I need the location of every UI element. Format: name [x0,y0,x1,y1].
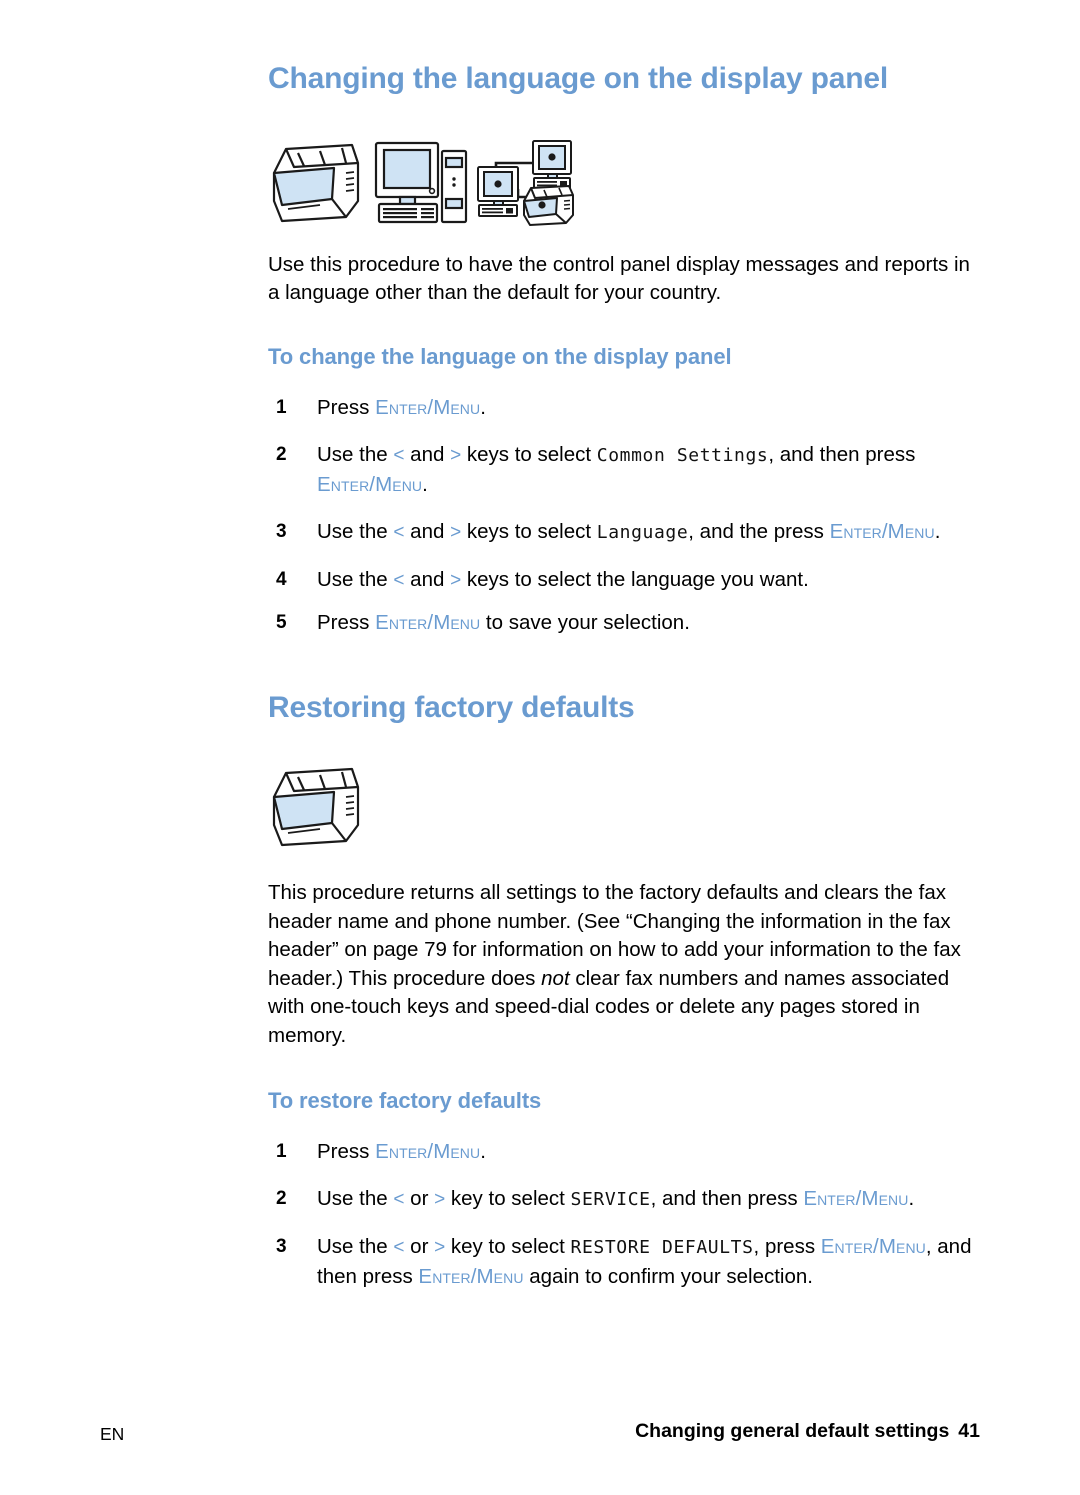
step-text: Use the < or > key to select RESTORE DEF… [317,1234,972,1288]
computer-icon [373,139,469,227]
arrow-key-glyph: < [393,1188,405,1210]
arrow-key-glyph: > [450,444,462,466]
step-item: 1 Press Enter/Menu. [268,1137,980,1166]
step-item: 4 Use the < and > keys to select the lan… [268,565,980,595]
step-item: 2 Use the < or > key to select SERVICE, … [268,1184,980,1214]
document-page: Changing the language on the display pan… [0,0,1080,1495]
intro-paragraph-restoring-defaults: This procedure returns all settings to t… [268,881,961,1047]
step-text: Press Enter/Menu. [317,1139,486,1163]
control-panel-key: Enter/Menu [803,1186,909,1210]
icon-strip-restoring-defaults [268,763,980,855]
step-item: 1 Press Enter/Menu. [268,393,980,422]
page-footer: EN Changing general default settings 41 [0,1400,1080,1495]
display-text: Common Settings [596,444,769,466]
step-text: Press Enter/Menu to save your selection. [317,610,690,634]
printer-icon [268,763,364,851]
control-panel-key: Enter/Menu [375,395,481,419]
display-text: RESTORE DEFAULTS [570,1236,754,1258]
page-content: Changing the language on the display pan… [268,62,980,1291]
arrow-key-glyph: < [393,1236,405,1258]
display-text: Language [596,521,689,543]
subheading-to-restore-defaults: To restore factory defaults [268,1088,542,1114]
step-item: 3 Use the < and > keys to select Languag… [268,517,980,547]
arrow-key-glyph: < [393,444,405,466]
arrow-key-glyph: > [434,1188,446,1210]
step-number: 2 [276,443,287,465]
steps-change-language: 1 Press Enter/Menu. 2 Use the < and > ke… [268,393,980,637]
step-text: Use the < or > key to select SERVICE, an… [317,1186,915,1210]
step-text: Use the < and > keys to select the langu… [317,567,809,591]
footer-language-code: EN [100,1424,125,1444]
section-title-restoring-defaults: Restoring factory defaults [268,690,635,724]
step-number: 3 [276,520,287,542]
control-panel-key: Enter/Menu [317,472,423,496]
network-printer-icon [474,135,586,227]
step-number: 3 [276,1235,287,1257]
control-panel-key: Enter/Menu [820,1234,926,1258]
control-panel-key: Enter/Menu [418,1264,524,1288]
step-text: Use the < and > keys to select Language,… [317,519,941,543]
footer-breadcrumb: Changing general default settings 41 [635,1420,980,1443]
footer-breadcrumb-label: Changing general default settings [635,1420,950,1442]
footer-page-number: 41 [958,1420,980,1442]
arrow-key-glyph: > [434,1236,446,1258]
subheading-to-change-language: To change the language on the display pa… [268,343,732,369]
step-number: 2 [276,1187,287,1209]
control-panel-key: Enter/Menu [375,1139,481,1163]
step-number: 4 [276,568,287,590]
step-number: 1 [276,1140,287,1162]
display-text: SERVICE [570,1188,651,1210]
printer-icon [268,139,364,227]
arrow-key-glyph: > [450,521,462,543]
icon-strip-changing-language [268,135,980,231]
step-item: 3 Use the < or > key to select RESTORE D… [268,1232,980,1291]
steps-restore-defaults: 1 Press Enter/Menu. 2 Use the < or > key… [268,1137,980,1291]
control-panel-key: Enter/Menu [829,519,935,543]
step-text: Press Enter/Menu. [317,395,486,419]
arrow-key-glyph: > [450,569,462,591]
step-number: 1 [276,396,287,418]
emphasis-text: not [541,966,570,990]
step-item: 5 Press Enter/Menu to save your selectio… [268,608,980,637]
control-panel-key: Enter/Menu [375,610,481,634]
intro-paragraph-changing-language: Use this procedure to have the control p… [268,252,970,305]
arrow-key-glyph: < [393,521,405,543]
step-number: 5 [276,611,287,633]
arrow-key-glyph: < [393,569,405,591]
step-item: 2 Use the < and > keys to select Common … [268,440,980,499]
section-title-changing-language: Changing the language on the display pan… [268,62,888,95]
step-text: Use the < and > keys to select Common Se… [317,442,916,496]
